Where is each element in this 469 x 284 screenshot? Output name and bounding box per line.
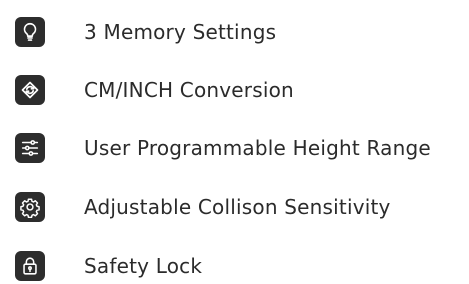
feature-label: Safety Lock — [84, 254, 203, 278]
padlock-icon — [15, 251, 45, 281]
feature-label: Adjustable Collison Sensitivity — [84, 195, 391, 219]
gear-icon — [15, 192, 45, 222]
feature-list: 3 Memory Settings CM/INCH Conversion Use… — [0, 0, 469, 284]
feature-item-cm-inch-conversion: CM/INCH Conversion — [15, 74, 294, 106]
feature-label: 3 Memory Settings — [84, 20, 277, 44]
feature-item-height-range: User Programmable Height Range — [15, 132, 431, 164]
feature-item-memory-settings: 3 Memory Settings — [15, 16, 276, 48]
feature-item-collision-sensitivity: Adjustable Collison Sensitivity — [15, 191, 391, 223]
refresh-arrows-icon — [15, 75, 45, 105]
sliders-icon — [15, 133, 45, 163]
lightbulb-icon — [15, 17, 45, 47]
feature-item-safety-lock: Safety Lock — [15, 250, 202, 282]
feature-label: CM/INCH Conversion — [84, 78, 294, 102]
feature-label: User Programmable Height Range — [84, 136, 431, 160]
